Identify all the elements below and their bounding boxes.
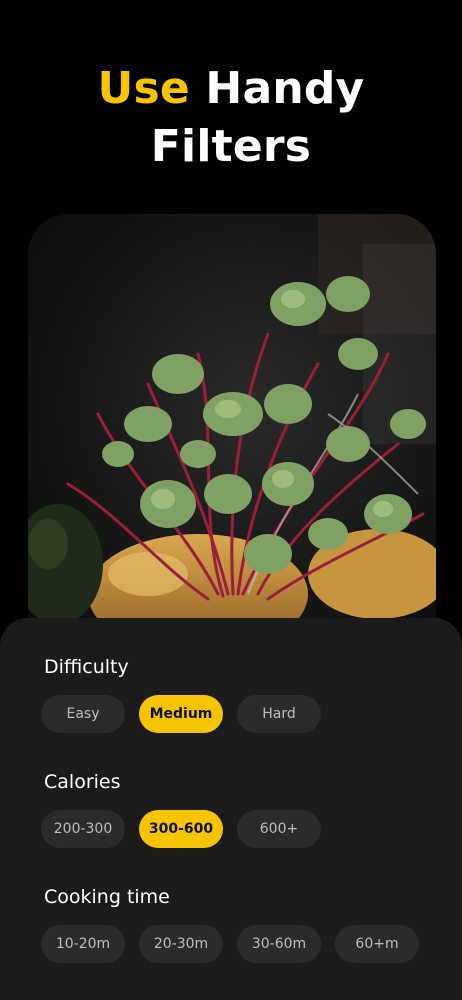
difficulty-chip-easy[interactable]: Easy xyxy=(41,695,125,733)
difficulty-title: Difficulty xyxy=(44,656,129,678)
microgreens-illustration xyxy=(28,214,436,644)
calories-chips: 200-300 300-600 600+ xyxy=(41,810,321,848)
cooking-time-title: Cooking time xyxy=(44,886,170,908)
cooking-time-chip-20-30m[interactable]: 20-30m xyxy=(139,925,223,963)
difficulty-chips: Easy Medium Hard xyxy=(41,695,321,733)
cooking-time-chip-60-plus-m[interactable]: 60+m xyxy=(335,925,419,963)
headline: Use Handy Filters xyxy=(0,60,462,176)
calories-title: Calories xyxy=(44,771,121,793)
headline-accent: Use xyxy=(97,63,190,114)
cooking-time-chip-10-20m[interactable]: 10-20m xyxy=(41,925,125,963)
calories-chip-300-600[interactable]: 300-600 xyxy=(139,810,223,848)
headline-line2: Filters xyxy=(150,121,312,172)
cooking-time-chips: 10-20m 20-30m 30-60m 60+m xyxy=(41,925,419,963)
cooking-time-chip-30-60m[interactable]: 30-60m xyxy=(237,925,321,963)
headline-line1-rest: Handy xyxy=(189,63,365,114)
calories-chip-600-plus[interactable]: 600+ xyxy=(237,810,321,848)
filters-panel: Difficulty Easy Medium Hard Calories 200… xyxy=(0,618,462,1000)
food-photo xyxy=(28,214,436,644)
difficulty-chip-medium[interactable]: Medium xyxy=(139,695,223,733)
calories-chip-200-300[interactable]: 200-300 xyxy=(41,810,125,848)
screen: Use Handy Filters Difficulty Easy Medium… xyxy=(0,0,462,1000)
difficulty-chip-hard[interactable]: Hard xyxy=(237,695,321,733)
